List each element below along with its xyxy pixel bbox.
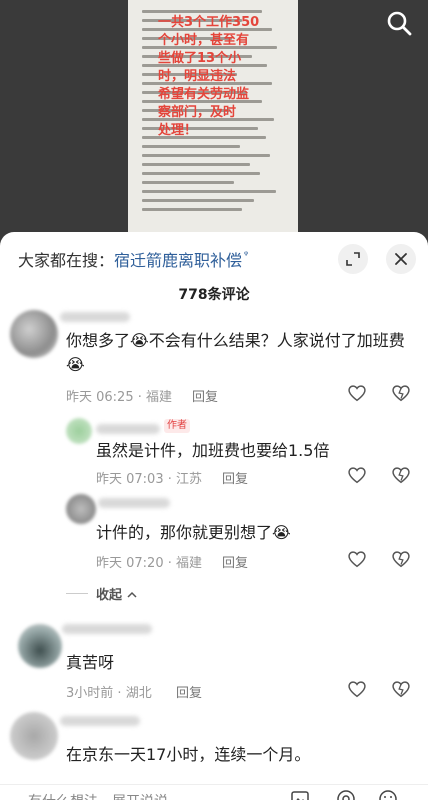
at-icon[interactable] bbox=[336, 789, 356, 800]
comment-text: 虽然是计件，加班费也要给1.5倍 bbox=[96, 441, 330, 460]
chevron-up-icon bbox=[127, 591, 137, 598]
document-line bbox=[142, 163, 250, 166]
search-icon[interactable] bbox=[384, 8, 414, 38]
comment-location: 江苏 bbox=[176, 472, 203, 487]
comment-time: 昨天 07:20 bbox=[96, 556, 164, 571]
avatar[interactable] bbox=[66, 494, 96, 524]
collapse-divider bbox=[66, 593, 88, 594]
related-search-prefix: 大家都在搜： bbox=[18, 251, 115, 270]
username-blurred[interactable] bbox=[62, 624, 152, 634]
close-icon bbox=[395, 253, 407, 265]
username-blurred[interactable] bbox=[60, 312, 130, 322]
comment-meta: 3小时前 · 湖北 bbox=[66, 686, 152, 701]
comment-meta: 昨天 07:03 · 江苏 bbox=[96, 472, 203, 487]
username-blurred[interactable] bbox=[60, 716, 140, 726]
comment-input[interactable]: 有什么想法，展开说说 bbox=[28, 791, 168, 800]
document-photo: 一共3个工作350 个小时，甚至有 些做了13个小 时，明显违法 希望有关劳动监… bbox=[128, 0, 298, 232]
expand-icon bbox=[346, 252, 360, 266]
heart-icon[interactable] bbox=[346, 382, 368, 404]
document-line bbox=[142, 190, 276, 193]
screen: 一共3个工作350 个小时，甚至有 些做了13个小 时，明显违法 希望有关劳动监… bbox=[0, 0, 428, 800]
small-search-icon: ᵠ bbox=[244, 249, 249, 261]
comment-location: 福建 bbox=[146, 390, 173, 405]
comment-text: 真苦呀 bbox=[66, 653, 115, 672]
reply-button[interactable]: 回复 bbox=[192, 386, 218, 405]
collapse-label: 收起 bbox=[96, 588, 123, 603]
dislike-heart-icon[interactable] bbox=[390, 548, 412, 570]
comment-text: 你想多了😭不会有什么结果？人家说付了加班费 bbox=[66, 331, 405, 350]
image-icon[interactable] bbox=[290, 789, 310, 800]
document-line bbox=[142, 145, 240, 148]
avatar[interactable] bbox=[18, 624, 62, 668]
document-line bbox=[142, 172, 260, 175]
collapse-replies-button[interactable]: 收起 bbox=[96, 584, 137, 603]
avatar[interactable] bbox=[10, 712, 58, 760]
close-button[interactable] bbox=[386, 244, 416, 274]
video-player[interactable]: 一共3个工作350 个小时，甚至有 些做了13个小 时，明显违法 希望有关劳动监… bbox=[0, 0, 428, 262]
comment-text: 在京东一天17小时，连续一个月。 bbox=[66, 745, 311, 764]
comment-meta: 昨天 06:25 · 福建 bbox=[66, 390, 173, 405]
comments-panel: 大家都在搜： 宿迁箭鹿离职补偿 ᵠ 778条评论 你想多了😭不会有什么结果？人家… bbox=[0, 232, 428, 800]
avatar[interactable] bbox=[10, 310, 58, 358]
expand-button[interactable] bbox=[338, 244, 368, 274]
comment-location: 福建 bbox=[176, 556, 203, 571]
comment-input-bar[interactable]: 有什么想法，展开说说 bbox=[0, 784, 428, 800]
heart-icon[interactable] bbox=[346, 548, 368, 570]
comment-time: 昨天 06:25 bbox=[66, 390, 134, 405]
emoji-icon[interactable] bbox=[378, 789, 398, 800]
heart-icon[interactable] bbox=[346, 464, 368, 486]
reply-button[interactable]: 回复 bbox=[222, 468, 248, 487]
document-line bbox=[142, 208, 242, 211]
username-blurred[interactable] bbox=[98, 498, 170, 508]
document-line bbox=[142, 199, 254, 202]
comment-text: 计件的，那你就更别想了😭 bbox=[96, 523, 291, 542]
dislike-heart-icon[interactable] bbox=[390, 464, 412, 486]
comment-count: 778条评论 bbox=[178, 287, 250, 303]
dislike-heart-icon[interactable] bbox=[390, 678, 412, 700]
comment-text-line2: 😭 bbox=[66, 355, 85, 374]
username-blurred[interactable] bbox=[96, 424, 160, 434]
comment-time: 昨天 07:03 bbox=[96, 472, 164, 487]
heart-icon[interactable] bbox=[346, 678, 368, 700]
author-tag: 作者 bbox=[164, 419, 190, 433]
related-search-query[interactable]: 宿迁箭鹿离职补偿 bbox=[114, 247, 242, 271]
reply-button[interactable]: 回复 bbox=[222, 552, 248, 571]
comment-location: 湖北 bbox=[125, 686, 152, 701]
comment-time: 3小时前 bbox=[66, 686, 114, 701]
overlay-caption: 一共3个工作350 个小时，甚至有 些做了13个小 时，明显违法 希望有关劳动监… bbox=[158, 15, 260, 138]
avatar[interactable] bbox=[66, 418, 92, 444]
document-line bbox=[142, 181, 234, 184]
related-search[interactable]: 大家都在搜： 宿迁箭鹿离职补偿 ᵠ bbox=[18, 247, 249, 271]
comment-meta: 昨天 07:20 · 福建 bbox=[96, 556, 203, 571]
document-line bbox=[142, 154, 270, 157]
reply-button[interactable]: 回复 bbox=[176, 682, 202, 701]
document-line bbox=[142, 10, 262, 13]
dislike-heart-icon[interactable] bbox=[390, 382, 412, 404]
